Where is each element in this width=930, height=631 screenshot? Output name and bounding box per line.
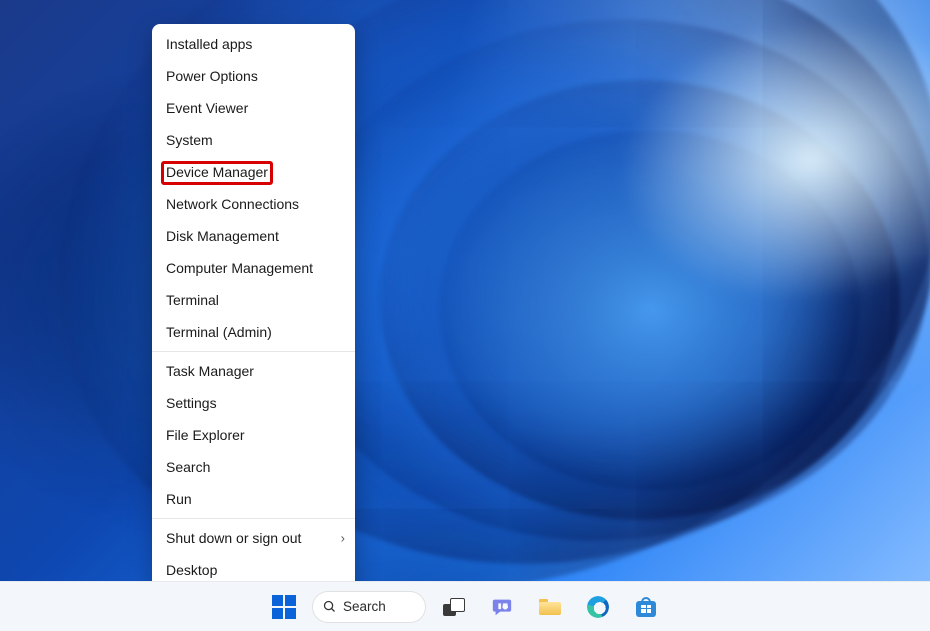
- taskbar-task-view[interactable]: [434, 587, 474, 627]
- taskbar-edge[interactable]: [578, 587, 618, 627]
- start-button[interactable]: [264, 587, 304, 627]
- menu-item-search[interactable]: Search: [152, 451, 355, 483]
- menu-item-power-options[interactable]: Power Options: [152, 60, 355, 92]
- menu-item-label: Desktop: [166, 562, 217, 578]
- taskbar: Search: [0, 581, 930, 631]
- menu-item-label: Terminal (Admin): [166, 324, 272, 340]
- winx-context-menu: Installed apps Power Options Event Viewe…: [152, 24, 355, 590]
- search-icon: [322, 599, 337, 614]
- folder-icon: [539, 599, 561, 615]
- menu-item-run[interactable]: Run: [152, 483, 355, 515]
- menu-item-terminal-admin[interactable]: Terminal (Admin): [152, 316, 355, 348]
- taskbar-search[interactable]: Search: [312, 587, 426, 627]
- task-view-icon: [443, 598, 465, 616]
- menu-item-network-connections[interactable]: Network Connections: [152, 188, 355, 220]
- menu-item-label: Computer Management: [166, 260, 313, 276]
- menu-item-label: Run: [166, 491, 192, 507]
- menu-item-shutdown-signout[interactable]: Shut down or sign out ›: [152, 522, 355, 554]
- edge-icon: [587, 596, 609, 618]
- menu-item-label: Disk Management: [166, 228, 279, 244]
- search-label: Search: [343, 599, 386, 614]
- taskbar-file-explorer[interactable]: [530, 587, 570, 627]
- menu-item-device-manager[interactable]: Device Manager: [152, 156, 355, 188]
- menu-item-settings[interactable]: Settings: [152, 387, 355, 419]
- store-icon: [636, 597, 656, 617]
- menu-item-label: Network Connections: [166, 196, 299, 212]
- menu-item-label: Shut down or sign out: [166, 530, 301, 546]
- taskbar-microsoft-store[interactable]: [626, 587, 666, 627]
- menu-item-task-manager[interactable]: Task Manager: [152, 355, 355, 387]
- menu-item-label: Device Manager: [166, 164, 268, 180]
- chat-icon: [491, 596, 513, 618]
- menu-item-label: Power Options: [166, 68, 258, 84]
- chevron-right-icon: ›: [341, 531, 345, 546]
- menu-item-label: File Explorer: [166, 427, 245, 443]
- windows-logo-icon: [272, 595, 296, 619]
- menu-separator: [152, 518, 355, 519]
- menu-item-label: Terminal: [166, 292, 219, 308]
- menu-item-label: Settings: [166, 395, 217, 411]
- menu-item-file-explorer[interactable]: File Explorer: [152, 419, 355, 451]
- menu-item-label: Event Viewer: [166, 100, 248, 116]
- menu-item-system[interactable]: System: [152, 124, 355, 156]
- menu-item-label: Installed apps: [166, 36, 252, 52]
- menu-item-installed-apps[interactable]: Installed apps: [152, 28, 355, 60]
- menu-item-label: Task Manager: [166, 363, 254, 379]
- menu-item-terminal[interactable]: Terminal: [152, 284, 355, 316]
- menu-separator: [152, 351, 355, 352]
- desktop-wallpaper[interactable]: [0, 0, 930, 582]
- menu-item-computer-management[interactable]: Computer Management: [152, 252, 355, 284]
- menu-item-event-viewer[interactable]: Event Viewer: [152, 92, 355, 124]
- menu-item-label: Search: [166, 459, 210, 475]
- taskbar-chat[interactable]: [482, 587, 522, 627]
- menu-item-label: System: [166, 132, 213, 148]
- menu-item-disk-management[interactable]: Disk Management: [152, 220, 355, 252]
